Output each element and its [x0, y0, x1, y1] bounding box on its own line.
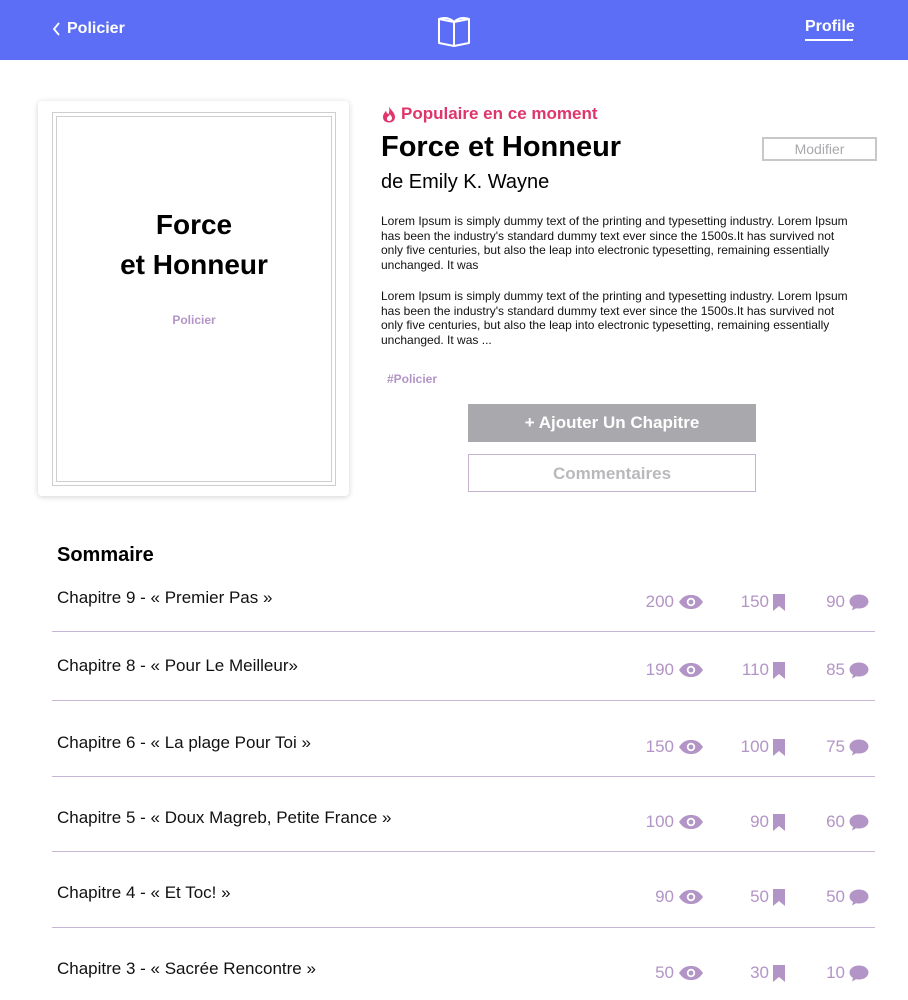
back-button-label: Policier [67, 20, 125, 37]
chapter-row[interactable]: Chapitre 6 - « La plage Pour Toi » 150 100… [52, 733, 875, 783]
comments-stat: 90 [817, 592, 873, 612]
chapter-row[interactable]: Chapitre 8 - « Pour Le Meilleur» 190 110 85 [52, 656, 875, 706]
row-divider [52, 700, 875, 701]
popular-badge: Populaire en ce moment [381, 104, 598, 124]
comments-button[interactable]: Commentaires [468, 454, 756, 492]
bookmark-icon [773, 813, 785, 831]
chapter-title[interactable]: Chapitre 9 - « Premier Pas » [57, 588, 272, 608]
comment-icon [849, 965, 869, 981]
views-stat: 200 [638, 592, 704, 612]
book-title: Force et Honneur [381, 131, 622, 163]
comments-count: 10 [826, 963, 845, 982]
add-chapter-button[interactable]: + Ajouter Un Chapitre [468, 404, 756, 442]
views-count: 190 [645, 660, 674, 679]
bookmarks-count: 100 [740, 737, 769, 756]
bookmarks-stat: 90 [737, 812, 789, 832]
views-count: 90 [655, 887, 674, 906]
comments-count: 75 [826, 737, 845, 756]
bookmarks-count: 30 [750, 963, 769, 982]
popular-badge-label: Populaire en ce moment [401, 104, 598, 123]
comments-count: 85 [826, 660, 845, 679]
chapter-title[interactable]: Chapitre 5 - « Doux Magreb, Petite Franc… [57, 808, 392, 828]
eye-icon [679, 740, 703, 754]
back-button[interactable]: Policier [52, 18, 125, 40]
bookmarks-count: 110 [741, 660, 769, 679]
bookmark-icon [773, 888, 785, 906]
views-count: 150 [645, 737, 674, 756]
cover-genre: Policier [172, 313, 216, 327]
summary-title: Sommaire [57, 544, 154, 566]
eye-icon [679, 815, 703, 829]
comment-icon [849, 814, 869, 830]
chapter-title[interactable]: Chapitre 4 - « Et Toc! » [57, 883, 231, 903]
bookmarks-count: 150 [740, 592, 769, 611]
bookmarks-count: 90 [750, 812, 769, 831]
top-navigation-bar: Policier Profile [0, 0, 908, 60]
book-description-paragraph-2: Lorem Ipsum is simply dummy text of the … [381, 289, 848, 347]
bookmarks-stat: 30 [737, 963, 789, 983]
profile-link[interactable]: Profile [805, 18, 855, 36]
comment-icon [849, 739, 869, 755]
chapter-title[interactable]: Chapitre 8 - « Pour Le Meilleur» [57, 656, 298, 676]
cover-title-line-1: Force [155, 209, 233, 240]
cover-title-line-2: et Honneur [120, 249, 268, 280]
open-book-icon[interactable] [437, 15, 471, 47]
book-cover-card[interactable]: Force et Honneur Policier [38, 101, 349, 496]
edit-button[interactable]: Modifier [762, 137, 877, 161]
views-stat: 150 [638, 737, 704, 757]
comments-stat: 10 [817, 963, 873, 983]
comments-stat: 50 [817, 887, 873, 907]
comments-count: 60 [826, 812, 845, 831]
eye-icon [679, 595, 703, 609]
chapter-row[interactable]: Chapitre 9 - « Premier Pas » 200 150 90 [52, 588, 875, 638]
genre-tag[interactable]: #Policier [387, 372, 437, 386]
cover-title: Force et Honneur [53, 205, 335, 285]
chapter-row[interactable]: Chapitre 4 - « Et Toc! » 90 50 50 [52, 883, 875, 933]
row-divider [52, 776, 875, 777]
cover-frame: Force et Honneur Policier [52, 112, 336, 486]
views-stat: 90 [638, 887, 704, 907]
comments-stat: 85 [817, 660, 873, 680]
bookmark-icon [773, 593, 785, 611]
comments-stat: 60 [817, 812, 873, 832]
bookmarks-stat: 150 [737, 592, 789, 612]
cover-frame-inner [56, 116, 332, 482]
views-count: 100 [645, 812, 674, 831]
chapter-title[interactable]: Chapitre 6 - « La plage Pour Toi » [57, 733, 311, 753]
row-divider [52, 631, 875, 632]
comments-count: 50 [826, 887, 845, 906]
comment-icon [849, 662, 869, 678]
views-stat: 100 [638, 812, 704, 832]
chapter-title[interactable]: Chapitre 3 - « Sacrée Rencontre » [57, 959, 316, 979]
views-stat: 50 [638, 963, 704, 983]
chapter-row[interactable]: Chapitre 3 - « Sacrée Rencontre » 50 30 10 [52, 959, 875, 1000]
chevron-left-icon [52, 22, 60, 36]
book-author: de Emily K. Wayne [381, 171, 550, 193]
bookmark-icon [773, 661, 785, 679]
bookmarks-stat: 50 [737, 887, 789, 907]
views-count: 200 [645, 592, 674, 611]
bookmarks-stat: 100 [737, 737, 789, 757]
comments-count: 90 [826, 592, 845, 611]
comments-stat: 75 [817, 737, 873, 757]
bookmark-icon [773, 738, 785, 756]
comment-icon [849, 594, 869, 610]
chapter-row[interactable]: Chapitre 5 - « Doux Magreb, Petite Franc… [52, 808, 875, 858]
views-stat: 190 [638, 660, 704, 680]
book-description-paragraph-1: Lorem Ipsum is simply dummy text of the … [381, 214, 848, 272]
bookmarks-stat: 110 [737, 660, 789, 680]
eye-icon [679, 890, 703, 904]
eye-icon [679, 966, 703, 980]
views-count: 50 [655, 963, 674, 982]
bookmark-icon [773, 964, 785, 982]
row-divider [52, 851, 875, 852]
flame-icon [383, 106, 395, 123]
eye-icon [679, 663, 703, 677]
comment-icon [849, 889, 869, 905]
bookmarks-count: 50 [750, 887, 769, 906]
profile-underline [805, 39, 853, 41]
row-divider [52, 927, 875, 928]
